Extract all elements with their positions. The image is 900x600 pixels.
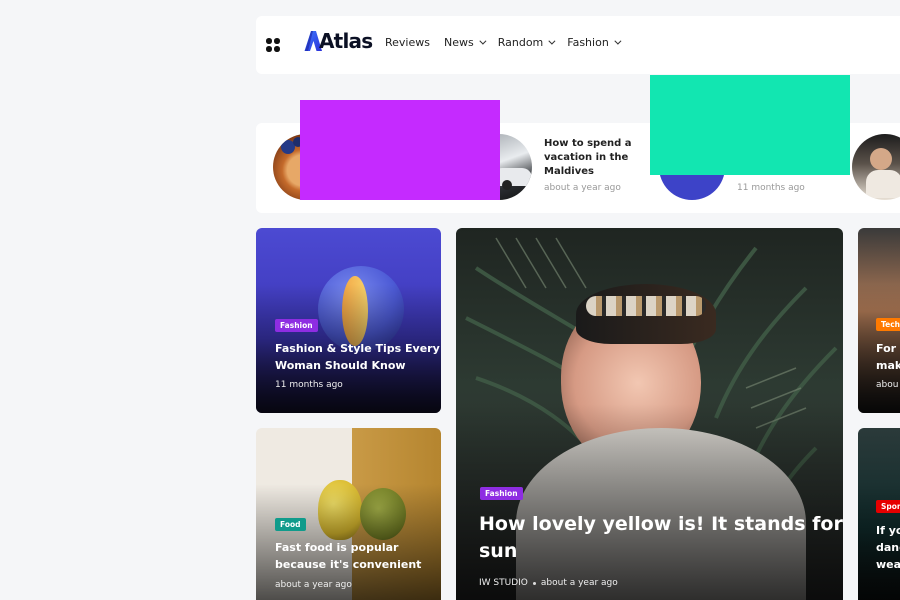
main-nav: Reviews News Random Fashion [385,36,622,49]
category-badge[interactable]: Fashion [480,487,523,500]
nav-reviews-label: Reviews [385,36,430,49]
article-card-fashion-tips[interactable]: Fashion Fashion & Style Tips Every Woman… [256,228,441,413]
headband [586,296,706,316]
nav-random-label: Random [497,36,544,49]
card-title[interactable]: For g mak [876,340,900,374]
page: Atlas Reviews News Random Fashion How to… [0,0,900,600]
hero-author[interactable]: IW STUDIO [479,578,528,588]
card-title-line: For g [876,342,900,355]
chevron-down-icon [548,37,556,45]
nav-random[interactable]: Random [497,36,556,49]
hero-title[interactable]: How lovely yellow is! It stands for the … [479,511,843,565]
nav-reviews[interactable]: Reviews [385,36,430,49]
trending-title-1-line: Maldives [544,166,594,177]
card-title[interactable]: Fast food is popular because it's conven… [275,539,421,573]
card-date: 11 months ago [275,380,343,390]
article-card-fast-food[interactable]: Food Fast food is popular because it's c… [256,428,441,600]
trending-meta-2: 11 months ago [737,183,805,193]
trending-title-1-line: vacation in the [544,152,629,163]
site-logo[interactable]: Atlas [302,29,373,53]
chevron-down-icon [614,37,622,45]
placeholder-block-purple [300,100,500,200]
card-title-line: danc [876,541,900,554]
card-title-line: because it's convenient [275,558,422,571]
card-title-line: If yo [876,524,900,537]
separator-dot [532,581,536,585]
nav-fashion-label: Fashion [567,36,609,49]
card-title[interactable]: If yo danc wea [876,522,900,573]
placeholder-block-teal [650,75,850,175]
trending-meta-1: about a year ago [544,183,621,193]
card-date: abou [876,380,899,390]
card-title-line: wea [876,558,900,571]
card-title-line: Fashion & Style Tips Every [275,342,440,355]
card-date: about a year ago [275,580,352,590]
category-badge[interactable]: Spor [876,500,900,513]
card-title[interactable]: Fashion & Style Tips Every Woman Should … [275,340,440,374]
site-header: Atlas Reviews News Random Fashion [256,16,900,74]
hero-title-line: How lovely yellow is! It stands for the [479,513,843,535]
category-badge[interactable]: Fashion [275,319,318,332]
trending-thumb-portrait[interactable] [852,134,900,200]
category-badge[interactable]: Tech [876,318,900,331]
trending-title-1-line: How to spend a [544,138,632,149]
article-card-tech-partial[interactable]: Tech For g mak abou [858,228,900,413]
card-overlay [456,403,843,600]
hero-title-line: sun [479,540,518,562]
chevron-down-icon [479,37,487,45]
trending-title-1[interactable]: How to spend a vacation in the Maldives [544,137,632,179]
card-title-line: Fast food is popular [275,541,399,554]
card-title-line: Woman Should Know [275,359,406,372]
menu-grid-icon[interactable] [266,38,280,52]
hero-article-card[interactable]: Fashion How lovely yellow is! It stands … [456,228,843,600]
nav-news-label: News [443,36,474,49]
nav-fashion[interactable]: Fashion [567,36,622,49]
hero-meta: IW STUDIO about a year ago [479,578,618,588]
article-card-sports-partial[interactable]: Spor If yo danc wea [858,428,900,600]
card-title-line: mak [876,359,900,372]
category-badge[interactable]: Food [275,518,306,531]
hero-date: about a year ago [540,578,618,588]
logo-text: Atlas [319,29,373,53]
nav-news[interactable]: News [443,36,487,49]
